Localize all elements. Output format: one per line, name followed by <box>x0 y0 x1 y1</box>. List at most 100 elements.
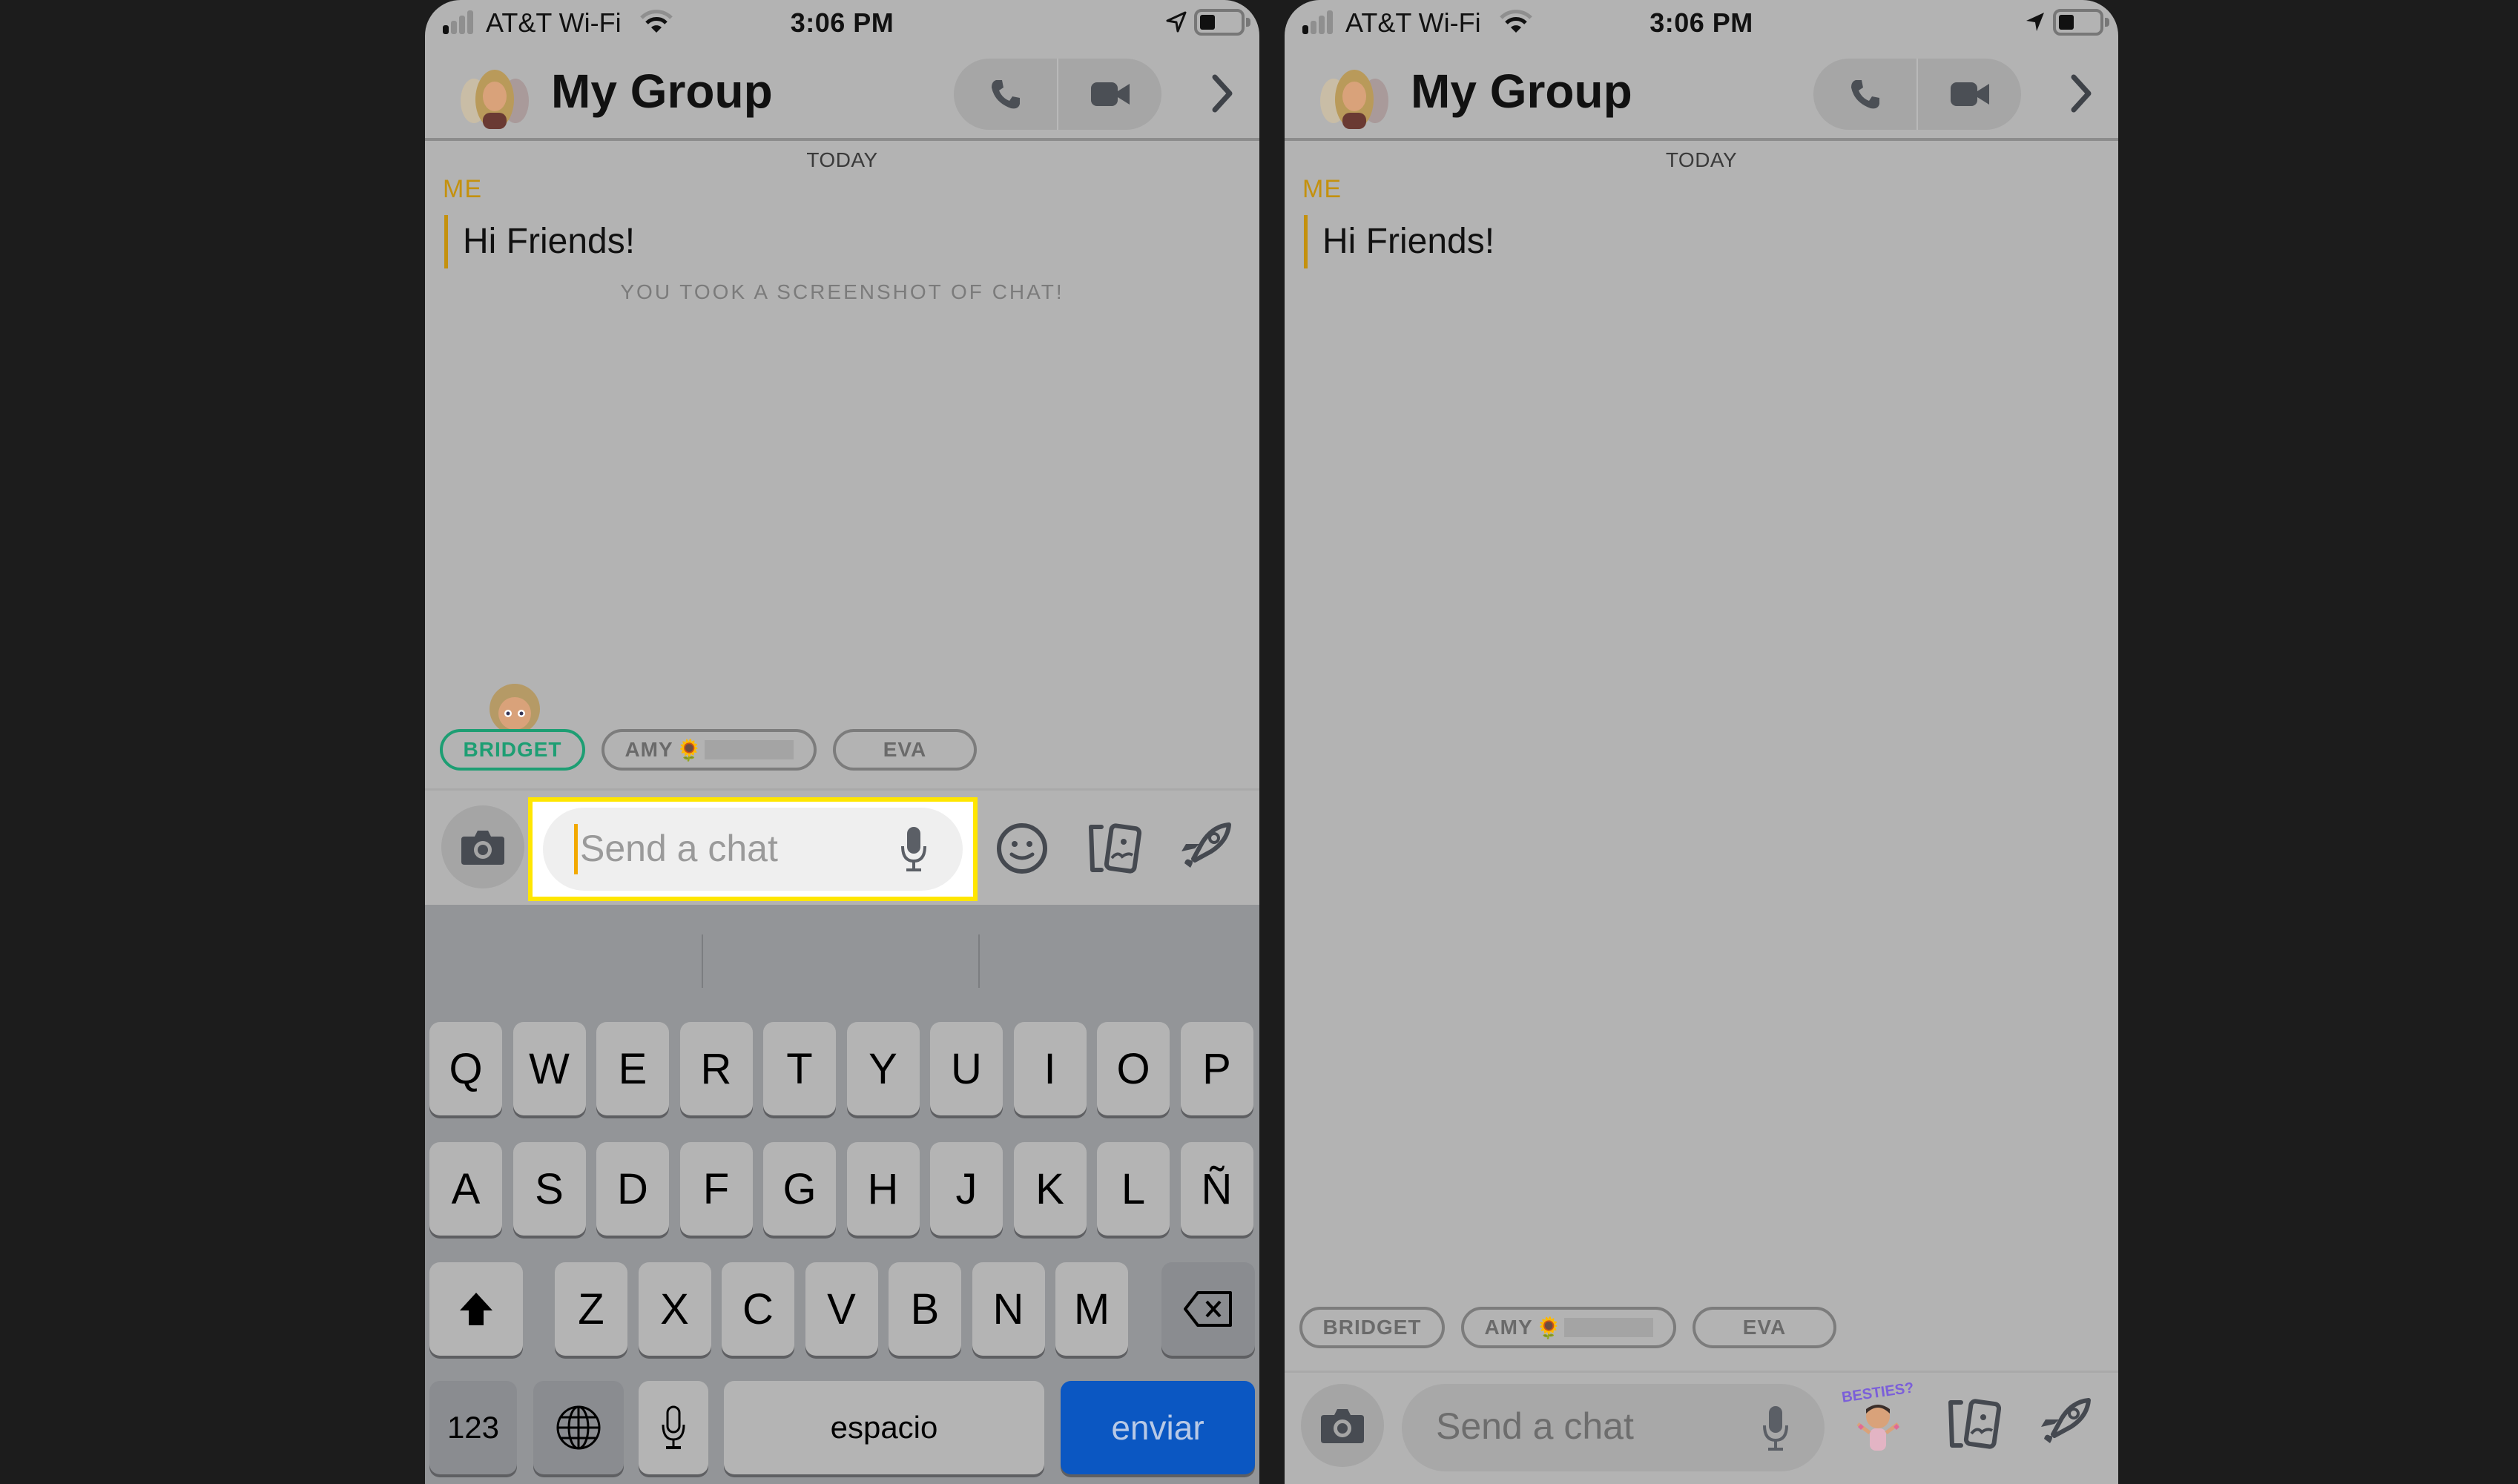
call-controls <box>954 59 1161 130</box>
key-w[interactable]: W <box>513 1022 586 1115</box>
memories-button[interactable] <box>1084 819 1143 878</box>
date-separator: TODAY <box>806 148 878 171</box>
microphone-icon[interactable] <box>900 825 927 873</box>
numbers-key[interactable]: 123 <box>429 1381 517 1474</box>
member-chip-eva[interactable]: EVA <box>1693 1307 1836 1348</box>
video-call-button[interactable] <box>1057 59 1161 130</box>
space-key[interactable]: espacio <box>724 1381 1044 1474</box>
location-arrow-icon <box>2026 13 2044 31</box>
keyboard-row-4: 123 espacio enviar <box>429 1381 1255 1476</box>
message-sender: ME <box>1302 175 1342 203</box>
key-q[interactable]: Q <box>429 1022 502 1115</box>
chat-input[interactable]: Send a chat <box>1402 1384 1825 1471</box>
member-name: EVA <box>883 738 927 761</box>
emoji-button[interactable] <box>992 819 1052 878</box>
call-controls <box>1813 59 2021 130</box>
games-button[interactable] <box>1176 819 1235 878</box>
video-call-button[interactable] <box>1916 59 2021 130</box>
group-avatar[interactable] <box>1317 67 1391 129</box>
sunflower-icon: 🌻 <box>1535 1316 1563 1339</box>
group-avatar[interactable] <box>458 67 532 129</box>
message-text[interactable]: Hi Friends! <box>1304 215 1494 268</box>
battery-icon <box>2053 9 2109 36</box>
member-chips: BRIDGET AMY 🌻 EVA <box>440 729 977 771</box>
member-chip-amy[interactable]: AMY 🌻 <box>602 729 817 771</box>
key-s[interactable]: S <box>513 1142 586 1236</box>
microphone-icon[interactable] <box>1762 1405 1789 1452</box>
message-sender: ME <box>443 175 482 203</box>
chevron-right-icon[interactable] <box>1207 73 1237 114</box>
shift-key[interactable] <box>429 1262 523 1356</box>
text-caret <box>574 824 578 874</box>
key-b[interactable]: B <box>889 1262 961 1356</box>
message-text[interactable]: Hi Friends! <box>444 215 635 268</box>
key-p[interactable]: P <box>1180 1022 1253 1115</box>
redacted-name <box>704 740 794 759</box>
key-n[interactable]: N <box>972 1262 1045 1356</box>
key-j[interactable]: J <box>930 1142 1003 1236</box>
key-h[interactable]: H <box>846 1142 920 1236</box>
delete-key[interactable] <box>1161 1262 1255 1356</box>
battery-icon <box>1194 9 1250 36</box>
phone-screen-right: AT&T Wi-Fi 3:06 PM My Group TODAY ME Hi … <box>1285 0 2118 1484</box>
chat-title[interactable]: My Group <box>1411 64 1632 119</box>
camera-icon <box>1321 1409 1364 1443</box>
chat-input[interactable]: Send a chat <box>543 808 963 891</box>
redacted-name <box>1563 1318 1653 1337</box>
key-g[interactable]: G <box>763 1142 836 1236</box>
cards-icon <box>1089 823 1141 874</box>
chat-input-placeholder: Send a chat <box>580 828 778 869</box>
keyboard-row-2: ASDFGHJKLÑ <box>429 1142 1255 1237</box>
composer-divider <box>1285 1371 2118 1373</box>
key-m[interactable]: M <box>1055 1262 1128 1356</box>
bridget-bitmoji-peek <box>490 684 540 730</box>
games-button[interactable] <box>2035 1394 2095 1454</box>
screenshot-notice: YOU TOOK A SCREENSHOT OF CHAT! <box>620 280 1064 303</box>
suggestion-divider <box>978 934 980 988</box>
cards-icon <box>1948 1399 2001 1449</box>
phone-screen-left: AT&T Wi-Fi 3:06 PM My Group TODAY ME Hi … <box>425 0 1259 1484</box>
key-a[interactable]: A <box>429 1142 502 1236</box>
member-chip-amy[interactable]: AMY 🌻 <box>1461 1307 1676 1348</box>
key-d[interactable]: D <box>596 1142 669 1236</box>
status-bar: AT&T Wi-Fi 3:06 PM <box>1285 0 2118 46</box>
clock: 3:06 PM <box>790 7 894 38</box>
key-e[interactable]: E <box>596 1022 669 1115</box>
key-c[interactable]: C <box>722 1262 794 1356</box>
key-r[interactable]: R <box>679 1022 753 1115</box>
voice-call-button[interactable] <box>954 59 1057 130</box>
memories-button[interactable] <box>1943 1394 2003 1454</box>
keyboard: QWERTYUIOP ASDFGHJKLÑ ZXCVBNM 123 espaci… <box>425 905 1259 1484</box>
key-t[interactable]: T <box>763 1022 836 1115</box>
key-l[interactable]: L <box>1097 1142 1170 1236</box>
bitmoji-sticker-button[interactable]: BESTIES? <box>1841 1379 1915 1462</box>
phone-icon <box>991 80 1020 109</box>
key-k[interactable]: K <box>1013 1142 1087 1236</box>
key-z[interactable]: Z <box>555 1262 627 1356</box>
send-key[interactable]: enviar <box>1061 1381 1255 1474</box>
keyboard-row-1: QWERTYUIOP <box>429 1022 1255 1117</box>
key-i[interactable]: I <box>1013 1022 1087 1115</box>
key-v[interactable]: V <box>805 1262 878 1356</box>
camera-button[interactable] <box>1301 1384 1384 1467</box>
globe-key[interactable] <box>533 1381 624 1474</box>
microphone-icon <box>662 1405 685 1449</box>
voice-call-button[interactable] <box>1813 59 1916 130</box>
key-u[interactable]: U <box>930 1022 1003 1115</box>
member-chip-eva[interactable]: EVA <box>833 729 977 771</box>
key-y[interactable]: Y <box>846 1022 920 1115</box>
key-x[interactable]: X <box>638 1262 711 1356</box>
key-f[interactable]: F <box>679 1142 753 1236</box>
clock: 3:06 PM <box>1649 7 1753 38</box>
dictation-key[interactable] <box>639 1381 708 1474</box>
member-chip-bridget[interactable]: BRIDGET <box>440 729 585 771</box>
key-n-tilde[interactable]: Ñ <box>1180 1142 1253 1236</box>
rocket-icon <box>2041 1398 2091 1443</box>
chat-title[interactable]: My Group <box>551 64 773 119</box>
shift-arrow-icon <box>460 1293 492 1325</box>
member-chip-bridget[interactable]: BRIDGET <box>1299 1307 1445 1348</box>
chevron-right-icon[interactable] <box>2066 73 2096 114</box>
key-o[interactable]: O <box>1097 1022 1170 1115</box>
camera-icon <box>461 831 504 865</box>
camera-button[interactable] <box>441 805 524 888</box>
